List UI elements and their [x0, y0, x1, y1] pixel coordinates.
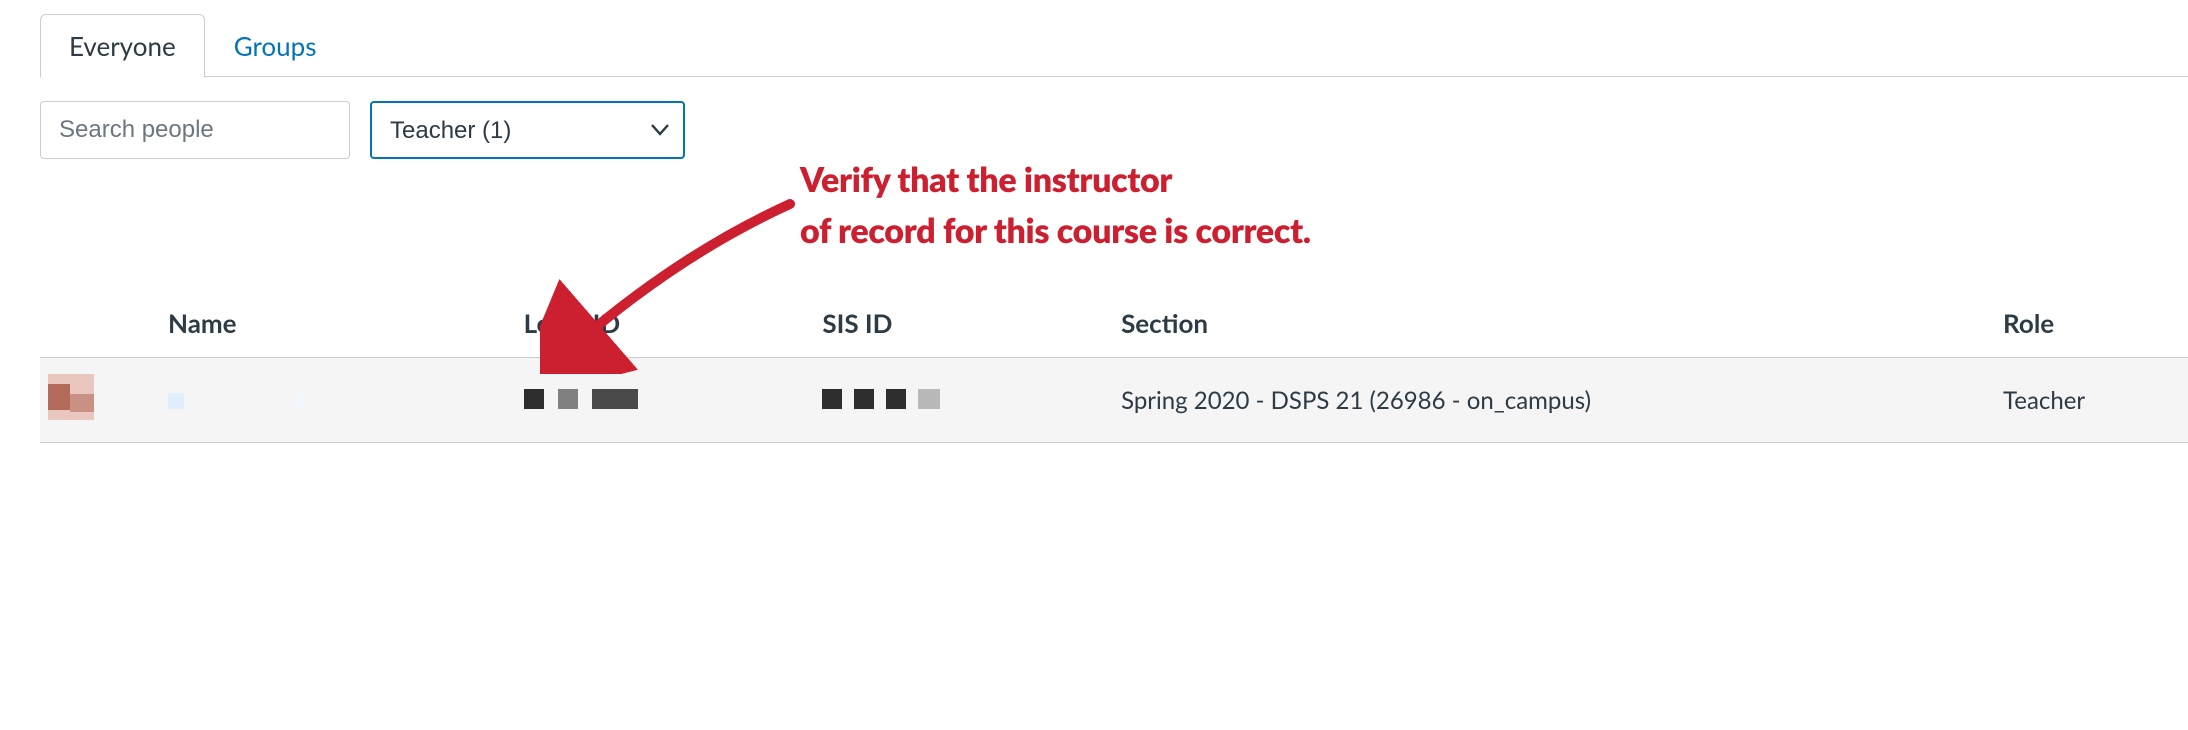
col-sis-header: SIS ID	[822, 289, 1121, 358]
col-section-header: Section	[1121, 289, 2003, 358]
redacted-sis	[822, 389, 940, 409]
cell-avatar	[40, 358, 168, 443]
table-header: Name Login ID SIS ID Section Role	[40, 289, 2188, 358]
col-role-header: Role	[2003, 289, 2188, 358]
filter-row: Teacher (1)	[40, 101, 2148, 159]
table-row[interactable]: Spring 2020 - DSPS 21 (26986 - on_campus…	[40, 358, 2188, 443]
cell-role: Teacher	[2003, 358, 2188, 443]
cell-section: Spring 2020 - DSPS 21 (26986 - on_campus…	[1121, 358, 2003, 443]
tabs-container: Everyone Groups	[40, 14, 2148, 77]
cell-login-id	[524, 358, 823, 443]
cell-name	[168, 358, 524, 443]
col-name-header: Name	[168, 289, 524, 358]
annotation-line-1: Verify that the instructor	[800, 154, 1311, 205]
tabs: Everyone Groups	[40, 14, 2148, 77]
cell-sis-id	[822, 358, 1121, 443]
people-table: Name Login ID SIS ID Section Role Spring…	[40, 289, 2188, 443]
role-filter[interactable]: Teacher (1)	[370, 101, 685, 159]
role-select[interactable]: Teacher (1)	[370, 101, 685, 159]
tab-groups[interactable]: Groups	[205, 14, 346, 77]
tab-everyone[interactable]: Everyone	[40, 14, 205, 78]
annotation-line-2: of record for this course is correct.	[800, 205, 1311, 256]
redacted-login	[524, 389, 638, 409]
annotation-text: Verify that the instructor of record for…	[800, 154, 1311, 256]
search-input[interactable]	[40, 101, 350, 159]
col-avatar-header	[40, 289, 168, 358]
redacted-name	[168, 393, 304, 409]
avatar	[48, 374, 94, 420]
col-login-header: Login ID	[524, 289, 823, 358]
